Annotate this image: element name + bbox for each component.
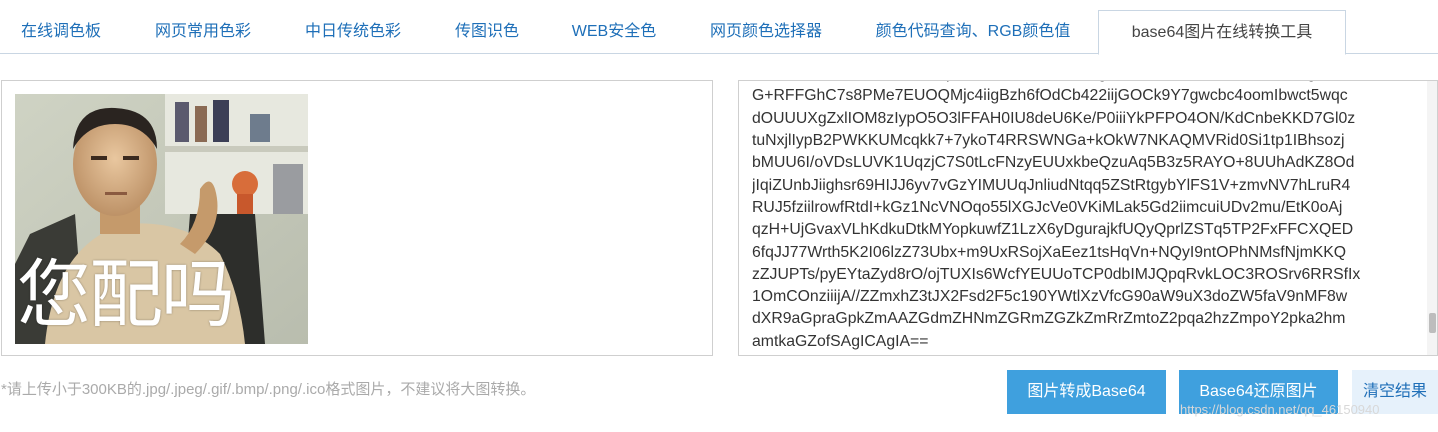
meme-caption: 您配吗 — [17, 252, 235, 338]
base64-line: bMUU6I/oVDsLUVK1UqzjC7S0tLcFNzyEUUxkbeQz… — [752, 154, 1355, 172]
base64-line: qzH+UjGvaxVLhKdkuDtkMYopkuwfZ1LzX6yDgura… — [752, 221, 1354, 239]
tab-base64-converter[interactable]: base64图片在线转换工具 — [1098, 10, 1346, 55]
convert-to-base64-button[interactable]: 图片转成Base64 — [1007, 370, 1166, 414]
tab-web-common-colors[interactable]: 网页常用色彩 — [142, 10, 264, 54]
tab-web-safe-colors[interactable]: WEB安全色 — [558, 10, 670, 54]
base64-line: dXR9aGpraGpkZmAAZGdmZHNmZGRmZGZkZmRrZmto… — [752, 310, 1346, 328]
tab-cn-jp-traditional-colors[interactable]: 中日传统色彩 — [290, 10, 416, 54]
scrollbar-thumb[interactable] — [1429, 313, 1436, 333]
tab-color-code-lookup[interactable]: 颜色代码查询、RGB颜色值 — [862, 10, 1084, 54]
watermark: https://blog.csdn.net/qq_46150940 — [1180, 402, 1380, 417]
base64-line: RUJ5fziilrowfRtdI+kGz1NcVNOqo55lXGJcVe0V… — [752, 198, 1343, 216]
upload-hint: *请上传小于300KB的.jpg/.jpeg/.gif/.bmp/.png/.i… — [1, 381, 536, 398]
base64-text: J2as7nIPrmIK5OrSKKaEJTp7Y21xO9102tmKKOgO… — [752, 81, 1423, 353]
image-drop-area[interactable]: 您配吗 — [1, 80, 713, 356]
tab-online-palette[interactable]: 在线调色板 — [0, 10, 122, 54]
base64-line: tuNxjlIypB2PWKKUMcqkk7+7ykoT4RRSWNGa+kOk… — [752, 132, 1345, 150]
base64-line: dOUUUXgZxlIOM8zIypO5O3lFFAH0IU8deU6Ke/P0… — [752, 109, 1356, 127]
base64-line: 6fqJJ77Wrth5K2I06lzZ73Ubx+m9UxRSojXaEez1… — [752, 243, 1347, 261]
tab-bar: 在线调色板 网页常用色彩 中日传统色彩 传图识色 WEB安全色 网页颜色选择器 … — [0, 0, 1438, 55]
base64-line: amtkaGZofSAgICAgIA== — [752, 332, 929, 350]
uploaded-image-preview: 您配吗 — [15, 94, 308, 344]
base64-line: zZJUPTs/pyEYtaZyd8rO/ojTUXIs6WcfYEUUoTCP… — [752, 265, 1361, 283]
base64-textarea[interactable]: J2as7nIPrmIK5OrSKKaEJTp7Y21xO9102tmKKOgO… — [738, 80, 1438, 356]
base64-line: 1OmCOnziiijA//ZZmxhZ3tJX2Fsd2F5c190YWtlX… — [752, 288, 1348, 306]
textarea-scrollbar[interactable] — [1427, 81, 1437, 355]
tab-web-color-selector[interactable]: 网页颜色选择器 — [696, 10, 836, 54]
base64-line: G+RFFGhC7s8PMe7EUOQMjc4iigBzh6fOdCb422ii… — [752, 87, 1348, 105]
tab-image-color-picker[interactable]: 传图识色 — [442, 10, 532, 54]
base64-line: jIqiZUnbJiighsr69HIJJ6yv7vGzYIMUUqJnliud… — [752, 176, 1351, 194]
